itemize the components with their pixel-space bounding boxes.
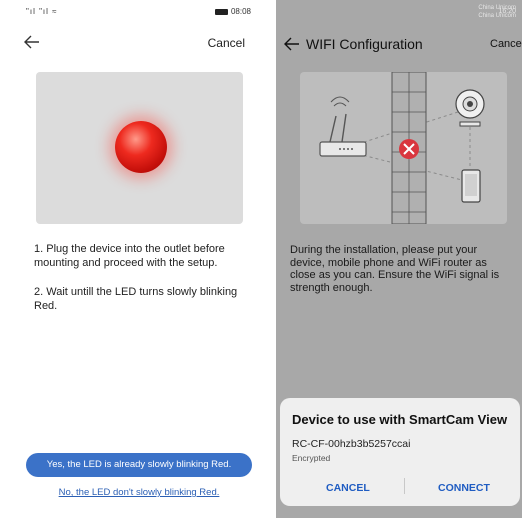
led-blinking-confirm-button[interactable]: Yes, the LED is already slowly blinking … — [26, 453, 252, 477]
network-security: Encrypted — [292, 453, 331, 463]
battery-time: 08:08 — [214, 7, 251, 16]
phone-icon — [461, 169, 481, 203]
connect-button[interactable]: CONNECT — [438, 482, 490, 494]
status-bar: "ıl "ıl ≈ 08:08 — [26, 6, 251, 20]
back-button[interactable] — [284, 36, 300, 54]
back-button[interactable] — [24, 34, 40, 52]
cancel-button[interactable]: Cancel — [490, 38, 522, 50]
status-time: 16:20 — [498, 8, 516, 15]
cancel-button[interactable]: Cancel — [208, 36, 245, 50]
right-phone-screen: China Unicom China Unicom 16:20 WIFI Con… — [276, 0, 522, 518]
network-connect-dialog: Device to use with SmartCam View RC-CF-0… — [280, 398, 520, 506]
network-name: RC-CF-00hzb3b5257ccai — [292, 438, 411, 450]
wifi-router-icon — [319, 96, 367, 157]
dialog-cancel-button[interactable]: CANCEL — [326, 482, 370, 494]
placement-description: During the installation, please put your… — [290, 244, 500, 294]
blocked-x-icon — [399, 139, 419, 159]
signal-indicator: "ıl "ıl ≈ — [26, 7, 58, 16]
camera-icon — [455, 89, 485, 127]
led-image — [36, 72, 243, 224]
status-bar: China Unicom China Unicom 16:20 — [276, 4, 522, 20]
instruction-step-2: 2. Wait untill the LED turns slowly blin… — [34, 286, 238, 312]
dialog-title: Device to use with SmartCam View — [292, 412, 508, 427]
button-divider — [404, 478, 405, 494]
battery-icon — [214, 8, 228, 15]
led-not-blinking-link[interactable]: No, the LED don't slowly blinking Red. — [26, 487, 252, 498]
wifi-placement-illustration — [300, 71, 507, 225]
instruction-step-1: 1. Plug the device into the outlet befor… — [34, 243, 225, 269]
page-title: WIFI Configuration — [306, 36, 423, 52]
arrow-left-icon — [284, 37, 299, 51]
led-light-icon — [115, 121, 167, 173]
arrow-left-icon — [24, 35, 39, 49]
status-time: 08:08 — [230, 7, 251, 16]
left-phone-screen: "ıl "ıl ≈ 08:08 Cancel 1. Plug the devic… — [14, 0, 261, 518]
